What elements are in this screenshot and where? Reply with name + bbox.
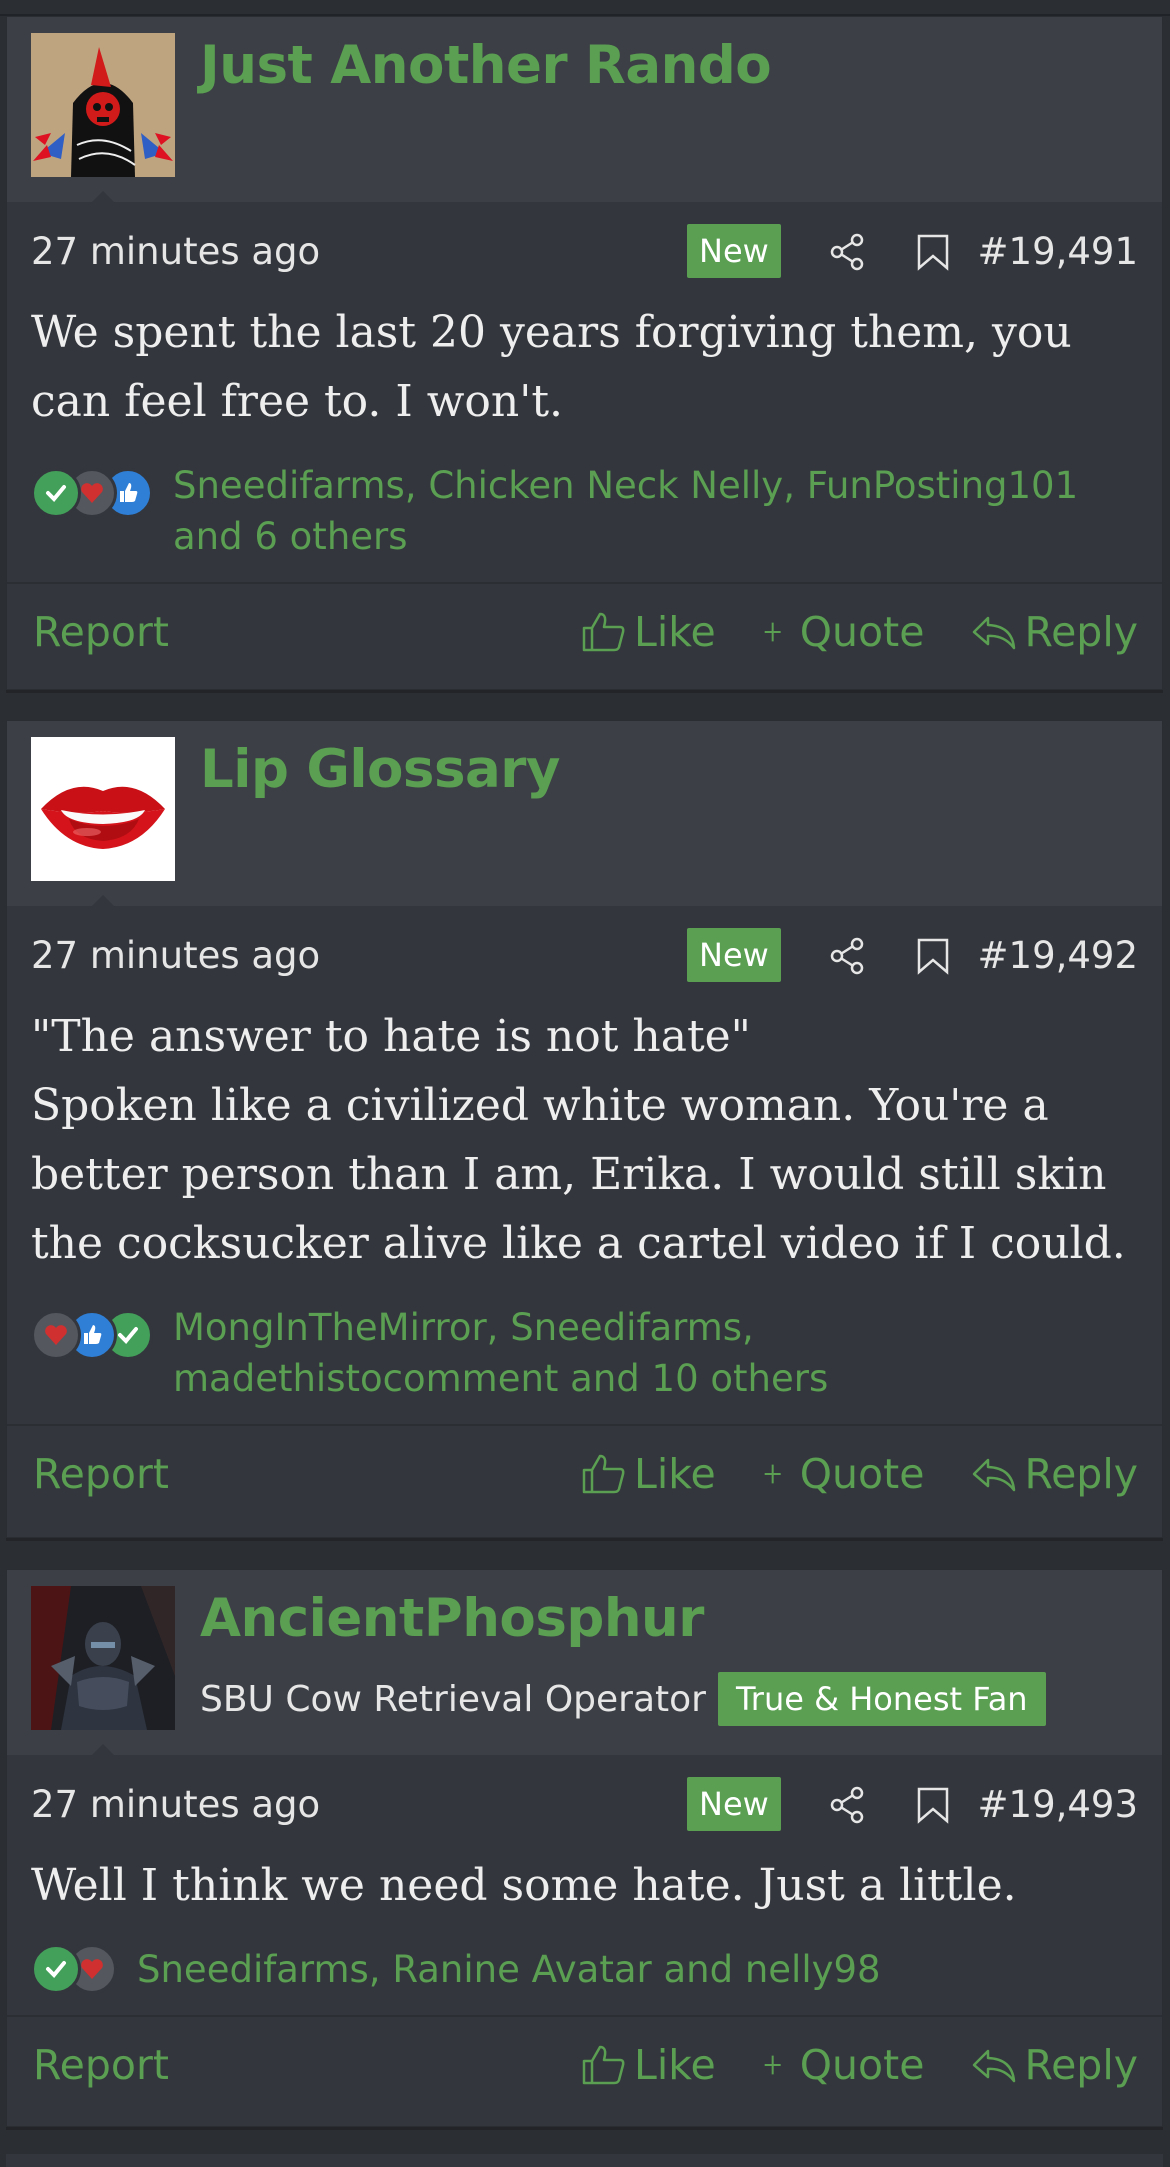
plus-icon xyxy=(764,2055,781,2075)
share-icon[interactable] xyxy=(827,936,867,976)
quote-label: Quote xyxy=(799,608,925,656)
post-body: We spent the last 20 years forgiving the… xyxy=(7,298,1162,436)
reply-button[interactable]: Reply xyxy=(970,608,1138,656)
post-body-line: We spent the last 20 years forgiving the… xyxy=(31,307,1072,427)
post-time[interactable]: 27 minutes ago xyxy=(31,230,320,273)
plus-icon xyxy=(764,622,781,642)
user-bar: Lip Glossary xyxy=(7,721,1162,907)
reaction-users[interactable]: Sneedifarms, Ranine Avatar and nelly98 xyxy=(137,1944,881,1995)
new-badge: New xyxy=(687,1777,781,1831)
bookmark-icon[interactable] xyxy=(915,1785,951,1825)
share-icon[interactable] xyxy=(827,232,867,272)
user-title: SBU Cow Retrieval Operator xyxy=(200,1678,706,1720)
post-meta: 27 minutes ago New #19,491 xyxy=(7,202,1162,302)
quote-button[interactable]: Quote xyxy=(762,608,925,656)
avatar[interactable] xyxy=(31,737,175,881)
reply-label: Reply xyxy=(1024,1450,1138,1498)
reaction-users[interactable]: MongInTheMirror, Sneedifarms, madethisto… xyxy=(173,1302,1138,1404)
post-time[interactable]: 27 minutes ago xyxy=(31,934,320,977)
like-label: Like xyxy=(634,2041,716,2089)
reactions-bar: MongInTheMirror, Sneedifarms, madethisto… xyxy=(7,1278,1162,1424)
reactions-bar: Sneedifarms, Chicken Neck Nelly, FunPost… xyxy=(7,436,1162,582)
thumbs-up-icon xyxy=(582,612,625,652)
bookmark-icon[interactable] xyxy=(915,232,951,272)
reactions-bar: Sneedifarms, Ranine Avatar and nelly98 xyxy=(7,1920,1162,2015)
username[interactable]: Just Another Rando xyxy=(200,35,772,96)
thumbs-up-icon xyxy=(582,2045,625,2085)
new-badge: New xyxy=(687,224,781,278)
username[interactable]: AncientPhosphur xyxy=(200,1588,704,1649)
quote-button[interactable]: Quote xyxy=(762,2041,925,2089)
check-icon xyxy=(31,468,81,518)
avatar[interactable] xyxy=(31,33,175,177)
reaction-icons[interactable] xyxy=(31,1310,153,1360)
user-bar: AncientPhosphur SBU Cow Retrieval Operat… xyxy=(7,1570,1162,1756)
avatar[interactable] xyxy=(31,1586,175,1730)
share-icon[interactable] xyxy=(827,1785,867,1825)
post-19491: Just Another Rando 27 minutes ago New #1… xyxy=(6,16,1163,690)
post-number[interactable]: #19,493 xyxy=(978,1783,1138,1826)
like-label: Like xyxy=(634,608,716,656)
like-label: Like xyxy=(634,1450,716,1498)
username[interactable]: Lip Glossary xyxy=(200,739,560,800)
thumbs-up-icon xyxy=(582,1454,625,1494)
quote-label: Quote xyxy=(799,1450,925,1498)
check-icon xyxy=(31,1944,81,1994)
reply-label: Reply xyxy=(1024,608,1138,656)
post-footer: Report Like Quote Reply xyxy=(7,1424,1162,1530)
reply-label: Reply xyxy=(1024,2041,1138,2089)
quote-label: Quote xyxy=(799,2041,925,2089)
new-badge: New xyxy=(687,928,781,982)
post-body-line: "The answer to hate is not hate" xyxy=(31,1011,751,1062)
post-meta: 27 minutes ago New #19,493 xyxy=(7,1755,1162,1855)
post-meta: 27 minutes ago New #19,492 xyxy=(7,906,1162,1006)
post-footer: Report Like Quote Reply xyxy=(7,582,1162,688)
user-title-row: SBU Cow Retrieval Operator True & Honest… xyxy=(200,1672,1046,1726)
post-actions: Like Quote Reply xyxy=(580,2041,1138,2089)
user-banner-badge: True & Honest Fan xyxy=(717,1672,1046,1726)
post-number[interactable]: #19,492 xyxy=(978,934,1138,977)
post-number[interactable]: #19,491 xyxy=(978,230,1138,273)
reaction-users[interactable]: Sneedifarms, Chicken Neck Nelly, FunPost… xyxy=(173,460,1138,562)
post-actions: Like Quote Reply xyxy=(580,608,1138,656)
post-body-line: Well I think we need some hate. Just a l… xyxy=(31,1860,1017,1911)
report-link[interactable]: Report xyxy=(33,2041,169,2089)
reaction-icons[interactable] xyxy=(31,1944,117,1994)
post-body: "The answer to hate is not hate" Spoken … xyxy=(7,1002,1162,1278)
reply-arrow-icon xyxy=(973,616,1016,650)
quote-button[interactable]: Quote xyxy=(762,1450,925,1498)
post-19493: AncientPhosphur SBU Cow Retrieval Operat… xyxy=(6,1569,1163,2127)
top-divider xyxy=(0,0,1170,16)
post-body-line: Spoken like a civilized white woman. You… xyxy=(31,1080,1126,1269)
heart-icon xyxy=(31,1310,81,1360)
report-link[interactable]: Report xyxy=(33,608,169,656)
user-bar: Just Another Rando xyxy=(7,17,1162,203)
reply-arrow-icon xyxy=(973,1458,1016,1492)
like-button[interactable]: Like xyxy=(580,608,716,656)
reply-arrow-icon xyxy=(973,2049,1016,2083)
reply-button[interactable]: Reply xyxy=(970,2041,1138,2089)
report-link[interactable]: Report xyxy=(33,1450,169,1498)
reply-button[interactable]: Reply xyxy=(970,1450,1138,1498)
plus-icon xyxy=(764,1464,781,1484)
bookmark-icon[interactable] xyxy=(915,936,951,976)
reaction-icons[interactable] xyxy=(31,468,153,518)
like-button[interactable]: Like xyxy=(580,1450,716,1498)
post-actions: Like Quote Reply xyxy=(580,1450,1138,1498)
post-footer: Report Like Quote Reply xyxy=(7,2015,1162,2121)
post-body: Well I think we need some hate. Just a l… xyxy=(7,1851,1162,1920)
post-time[interactable]: 27 minutes ago xyxy=(31,1783,320,1826)
post-19492: Lip Glossary 27 minutes ago New #19,492 … xyxy=(6,720,1163,1538)
next-post-edge xyxy=(6,2154,1163,2167)
like-button[interactable]: Like xyxy=(580,2041,716,2089)
